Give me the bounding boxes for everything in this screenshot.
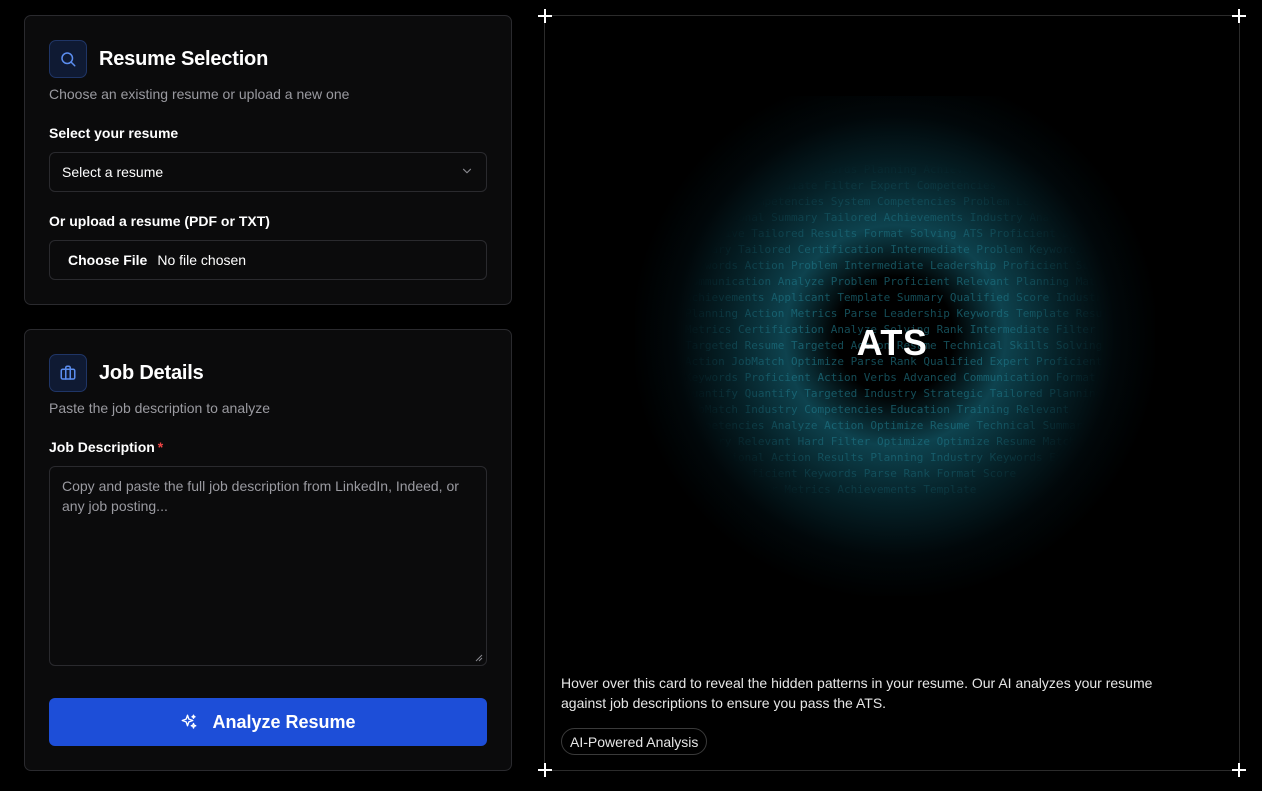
keyword-row: Fluent Proficient Keywords Planning Achi… bbox=[685, 163, 1105, 176]
choose-file-button[interactable]: Choose File bbox=[68, 252, 147, 268]
select-resume-label: Select your resume bbox=[49, 125, 179, 141]
briefcase-icon bbox=[49, 354, 87, 392]
required-marker: * bbox=[157, 439, 164, 455]
keyword-row: Planning Action Metrics Parse Leadership… bbox=[685, 307, 1105, 320]
analyze-button-label: Analyze Resume bbox=[212, 711, 356, 732]
resume-card-title: Resume Selection bbox=[99, 47, 269, 70]
ats-description: Hover over this card to reveal the hidde… bbox=[561, 675, 1153, 711]
resume-select-value: Select a resume bbox=[62, 164, 164, 180]
job-description-label-text: Job Description bbox=[49, 439, 155, 455]
corner-plus-icon bbox=[1232, 763, 1246, 777]
analyze-resume-button[interactable]: Analyze Resume bbox=[49, 698, 487, 746]
job-card-title: Job Details bbox=[99, 361, 204, 384]
keyword-row: Keywords Action Problem Intermediate Lea… bbox=[685, 259, 1105, 272]
corner-plus-icon bbox=[538, 9, 552, 23]
corner-plus-icon bbox=[1232, 9, 1246, 23]
file-status-text: No file chosen bbox=[157, 252, 247, 268]
resume-selection-card: Resume Selection Choose an existing resu… bbox=[24, 15, 512, 305]
keyword-row: Fluent Proficient Keywords Parse Rank Fo… bbox=[685, 467, 1017, 480]
job-description-label: Job Description * bbox=[49, 439, 163, 455]
keyword-row: Summary Relevant Hard Filter Optimize Op… bbox=[685, 435, 1076, 448]
keyword-row: Competencies Analyze Action Optimize Res… bbox=[685, 419, 1089, 432]
keyword-row: Quantify Quantify Targeted Industry Stra… bbox=[685, 387, 1103, 400]
upload-resume-label: Or upload a resume (PDF or TXT) bbox=[49, 213, 270, 229]
keyword-row: Summary Tailored Certification Intermedi… bbox=[685, 243, 1083, 256]
keyword-row: Summary Filter Metrics Achievements Temp… bbox=[685, 483, 977, 496]
keyword-row: Objective Tailored Results Format Solvin… bbox=[685, 227, 1103, 240]
resume-card-header: Resume Selection bbox=[49, 40, 268, 78]
search-icon bbox=[49, 40, 87, 78]
ats-hover-card[interactable]: Fluent Proficient Keywords Planning Achi… bbox=[544, 15, 1240, 771]
keyword-row: JobMatch Industry Competencies Education… bbox=[685, 403, 1070, 416]
corner-plus-icon bbox=[538, 763, 552, 777]
job-description-placeholder: Copy and paste the full job description … bbox=[62, 478, 459, 514]
keyword-row: Professional Action Results Planning Ind… bbox=[685, 451, 1089, 464]
keyword-row: Communication Analyze Problem Proficient… bbox=[685, 275, 1105, 288]
keyword-row: Professional Summary Tailored Achievemen… bbox=[685, 211, 1105, 224]
keyword-row: Summary Intermediate Filter Expert Compe… bbox=[685, 179, 1105, 192]
job-details-card: Job Details Paste the job description to… bbox=[24, 329, 512, 771]
chevron-down-icon bbox=[460, 164, 474, 181]
job-card-subtitle: Paste the job description to analyze bbox=[49, 400, 271, 416]
job-description-textarea[interactable]: Copy and paste the full job description … bbox=[49, 466, 487, 666]
keyword-row: Achievements Applicant Template Summary … bbox=[685, 291, 1105, 304]
sparkles-icon bbox=[182, 714, 197, 729]
keyword-row: Industry Competencies System Competencie… bbox=[685, 195, 1105, 208]
resize-grip-icon[interactable] bbox=[475, 654, 483, 662]
job-card-header: Job Details bbox=[49, 354, 204, 392]
resume-select[interactable]: Select a resume bbox=[49, 152, 487, 192]
resume-file-input[interactable]: Choose File No file chosen bbox=[49, 240, 487, 280]
resume-card-subtitle: Choose an existing resume or upload a ne… bbox=[49, 86, 350, 102]
keyword-row: Keywords Proficient Action Verbs Advance… bbox=[685, 371, 1096, 384]
ai-powered-badge: AI-Powered Analysis bbox=[561, 728, 708, 755]
ats-title: ATS bbox=[856, 322, 928, 363]
